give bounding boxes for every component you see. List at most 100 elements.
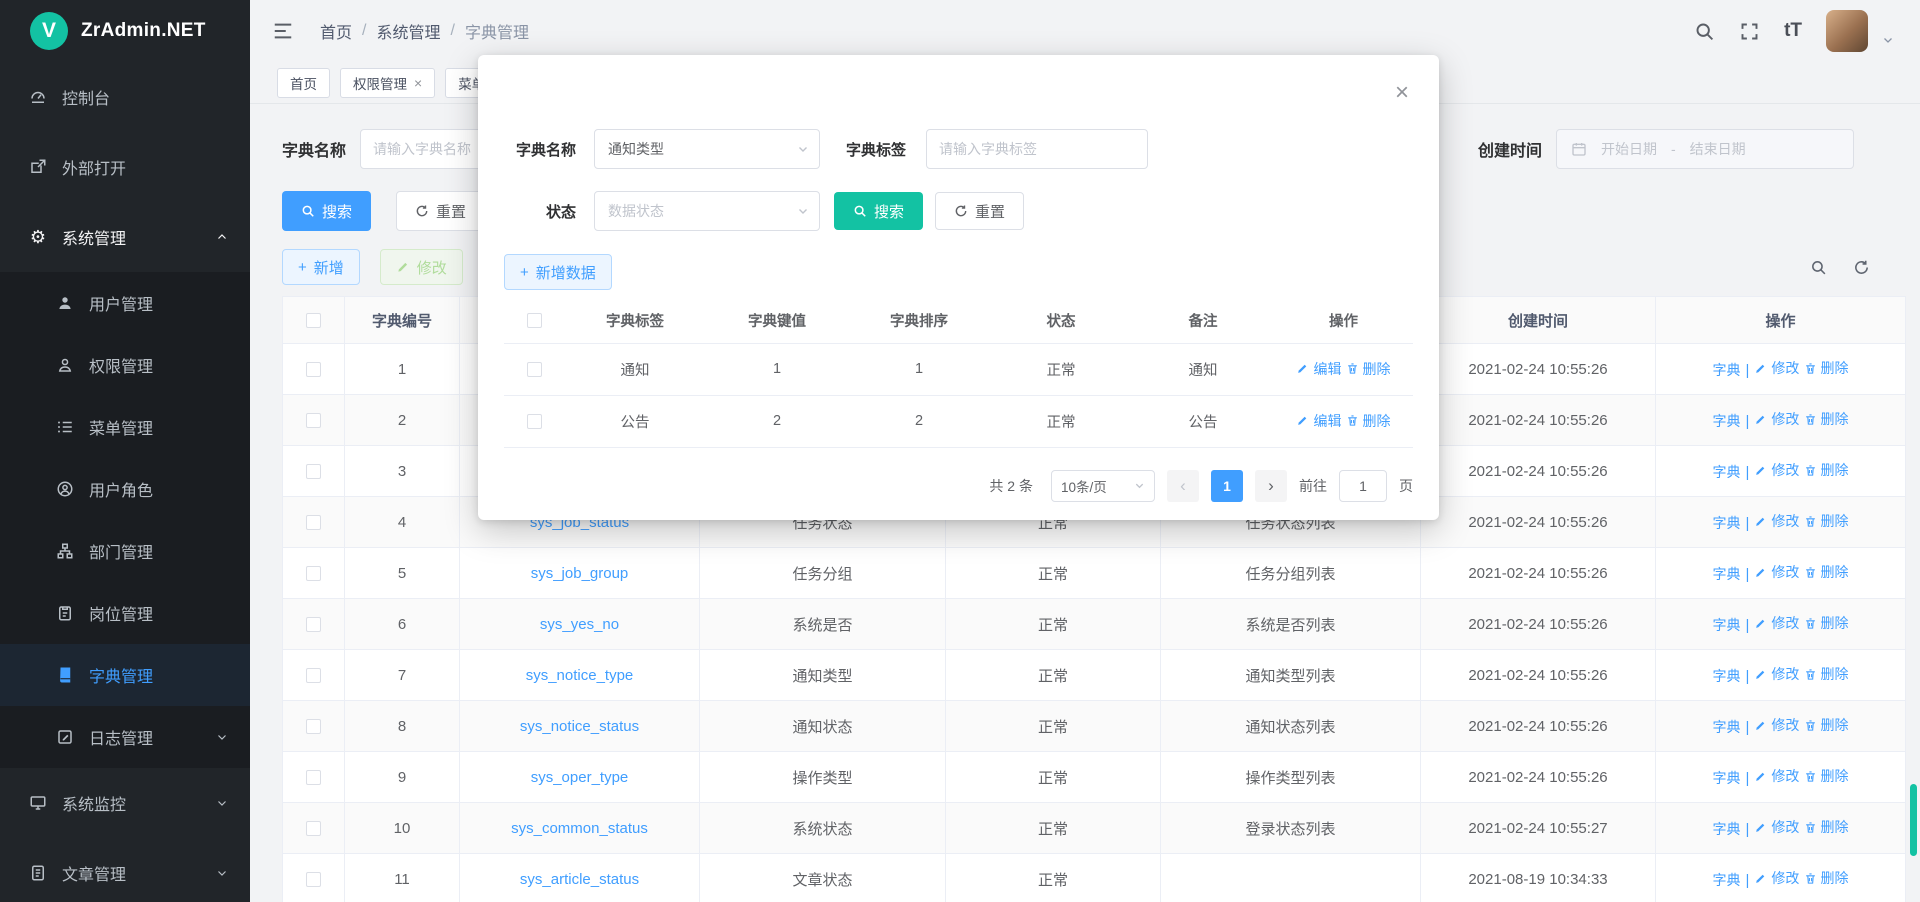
next-page-button[interactable]: › xyxy=(1255,470,1287,502)
modal-reset-button[interactable]: 重置 xyxy=(935,192,1024,230)
row-checkbox[interactable] xyxy=(306,617,321,632)
dict-data-link[interactable]: 字典 xyxy=(1712,870,1740,890)
row-delete-link[interactable]: 删除 xyxy=(1804,460,1849,480)
dict-data-link[interactable]: 字典 xyxy=(1712,615,1740,635)
row-edit-link[interactable]: 修改 xyxy=(1754,460,1799,480)
table-search-toggle-icon[interactable] xyxy=(1810,259,1827,276)
add-dict-data-button[interactable]: + 新增数据 xyxy=(504,254,612,290)
reset-button[interactable]: 重置 xyxy=(396,191,485,231)
row-checkbox[interactable] xyxy=(306,668,321,683)
cell-dict-type-link[interactable]: sys_oper_type xyxy=(460,752,700,803)
goto-page-input[interactable] xyxy=(1339,470,1387,502)
dict-data-link[interactable]: 字典 xyxy=(1712,564,1740,584)
row-delete-link[interactable]: 删除 xyxy=(1804,664,1849,684)
cell-dict-type-link[interactable]: sys_notice_status xyxy=(460,701,700,752)
sidebar-item-dashboard[interactable]: 控制台 xyxy=(0,62,250,132)
row-checkbox[interactable] xyxy=(306,362,321,377)
row-checkbox[interactable] xyxy=(306,770,321,785)
row-delete-link[interactable]: 删除 xyxy=(1804,358,1849,378)
row-edit-link[interactable]: 修改 xyxy=(1754,766,1799,786)
font-size-icon[interactable]: tT xyxy=(1784,20,1802,42)
fullscreen-icon[interactable] xyxy=(1739,21,1760,42)
sidebar-item-system[interactable]: ⚙ 系统管理 xyxy=(0,202,250,272)
row-edit-link[interactable]: 修改 xyxy=(1754,868,1799,888)
cell-dict-type-link[interactable]: sys_article_status xyxy=(460,854,700,902)
row-checkbox[interactable] xyxy=(527,362,542,377)
table-refresh-icon[interactable] xyxy=(1853,259,1870,276)
sidebar-item-monitor[interactable]: 系统监控 xyxy=(0,768,250,838)
sidebar-item-departments[interactable]: 部门管理 xyxy=(0,520,250,582)
scrollbar-thumb[interactable] xyxy=(1910,784,1917,856)
prev-page-button[interactable]: ‹ xyxy=(1167,470,1199,502)
sidebar-item-roles[interactable]: 用户角色 xyxy=(0,458,250,520)
breadcrumb-item-system[interactable]: 系统管理 xyxy=(376,19,440,43)
row-delete-link[interactable]: 删除 xyxy=(1804,868,1849,888)
dict-data-link[interactable]: 字典 xyxy=(1712,360,1740,380)
modal-search-button[interactable]: 搜索 xyxy=(834,192,923,230)
row-checkbox[interactable] xyxy=(306,515,321,530)
row-checkbox[interactable] xyxy=(306,566,321,581)
search-button[interactable]: 搜索 xyxy=(282,191,371,231)
sidebar-item-external[interactable]: 外部打开 xyxy=(0,132,250,202)
sidebar-item-articles[interactable]: 文章管理 xyxy=(0,838,250,902)
search-icon[interactable] xyxy=(1694,21,1715,42)
row-delete-link[interactable]: 删除 xyxy=(1804,562,1849,582)
page-1-button[interactable]: 1 xyxy=(1211,470,1243,502)
data-status-select[interactable]: 数据状态 xyxy=(594,191,820,231)
dict-type-select[interactable]: 通知类型 xyxy=(594,129,820,169)
dict-data-link[interactable]: 字典 xyxy=(1712,717,1740,737)
row-checkbox[interactable] xyxy=(306,872,321,887)
row-edit-link[interactable]: 修改 xyxy=(1754,664,1799,684)
cell-dict-type-link[interactable]: sys_yes_no xyxy=(460,599,700,650)
dict-label-input[interactable] xyxy=(926,129,1148,169)
menu-fold-icon[interactable] xyxy=(272,20,294,42)
row-edit-link[interactable]: 编辑 xyxy=(1296,359,1341,379)
row-edit-link[interactable]: 修改 xyxy=(1754,511,1799,531)
edit-button[interactable]: 修改 xyxy=(380,249,463,285)
row-delete-link[interactable]: 删除 xyxy=(1346,359,1391,379)
breadcrumb-item-home[interactable]: 首页 xyxy=(320,19,352,43)
user-avatar[interactable] xyxy=(1826,10,1868,52)
row-edit-link[interactable]: 修改 xyxy=(1754,562,1799,582)
dict-data-link[interactable]: 字典 xyxy=(1712,411,1740,431)
row-checkbox[interactable] xyxy=(306,719,321,734)
tab-home[interactable]: 首页 xyxy=(277,68,330,98)
row-delete-link[interactable]: 删除 xyxy=(1804,613,1849,633)
row-checkbox[interactable] xyxy=(527,414,542,429)
dict-data-link[interactable]: 字典 xyxy=(1712,819,1740,839)
dict-data-link[interactable]: 字典 xyxy=(1712,462,1740,482)
sidebar-item-logs[interactable]: 日志管理 xyxy=(0,706,250,768)
row-checkbox[interactable] xyxy=(306,464,321,479)
select-all-checkbox[interactable] xyxy=(306,313,321,328)
sidebar-item-permissions[interactable]: 权限管理 xyxy=(0,334,250,396)
caret-down-icon[interactable] xyxy=(1882,34,1894,46)
row-checkbox[interactable] xyxy=(306,413,321,428)
cell-dict-type-link[interactable]: sys_common_status xyxy=(460,803,700,854)
row-edit-link[interactable]: 修改 xyxy=(1754,409,1799,429)
row-edit-link[interactable]: 修改 xyxy=(1754,715,1799,735)
dict-data-link[interactable]: 字典 xyxy=(1712,666,1740,686)
app-logo[interactable]: V ZrAdmin.NET xyxy=(0,0,250,62)
create-time-range-picker[interactable]: 开始日期 - 结束日期 xyxy=(1556,129,1854,169)
dialog-close-icon[interactable]: × xyxy=(1395,81,1409,105)
dict-data-link[interactable]: 字典 xyxy=(1712,513,1740,533)
sidebar-item-menus[interactable]: 菜单管理 xyxy=(0,396,250,458)
row-delete-link[interactable]: 删除 xyxy=(1804,766,1849,786)
row-delete-link[interactable]: 删除 xyxy=(1804,409,1849,429)
dict-data-link[interactable]: 字典 xyxy=(1712,768,1740,788)
cell-dict-type-link[interactable]: sys_job_group xyxy=(460,548,700,599)
row-edit-link[interactable]: 编辑 xyxy=(1296,411,1341,431)
sidebar-item-dictionary[interactable]: 字典管理 xyxy=(0,644,250,706)
row-edit-link[interactable]: 修改 xyxy=(1754,817,1799,837)
row-delete-link[interactable]: 删除 xyxy=(1804,715,1849,735)
row-delete-link[interactable]: 删除 xyxy=(1346,411,1391,431)
sidebar-item-posts[interactable]: 岗位管理 xyxy=(0,582,250,644)
page-size-select[interactable]: 10条/页 xyxy=(1051,470,1155,502)
tab-permissions[interactable]: 权限管理 × xyxy=(340,68,435,98)
add-button[interactable]: + 新增 xyxy=(282,249,360,285)
row-delete-link[interactable]: 删除 xyxy=(1804,511,1849,531)
row-edit-link[interactable]: 修改 xyxy=(1754,358,1799,378)
tab-close-icon[interactable]: × xyxy=(414,76,422,90)
sidebar-item-users[interactable]: 用户管理 xyxy=(0,272,250,334)
row-edit-link[interactable]: 修改 xyxy=(1754,613,1799,633)
